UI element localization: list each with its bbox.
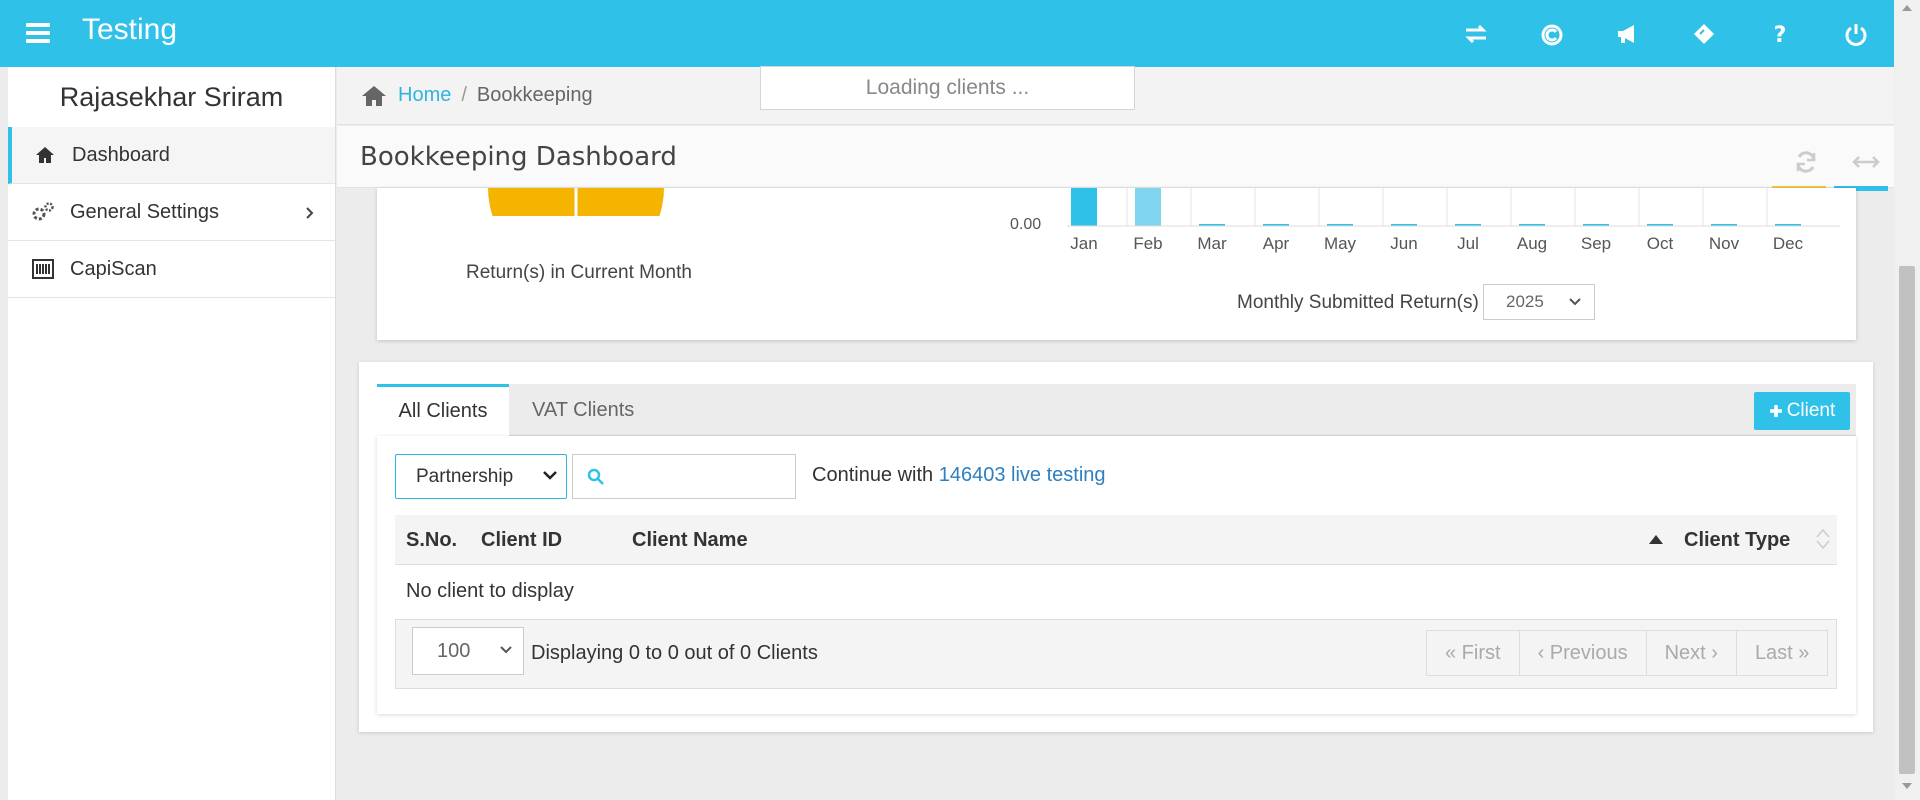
- power-icon[interactable]: [1818, 16, 1894, 52]
- x-tick-label: Dec: [1772, 234, 1804, 253]
- bar-jan: [1071, 188, 1097, 226]
- x-tick-label: Feb: [1133, 234, 1163, 253]
- first-page-button[interactable]: « First: [1427, 631, 1520, 675]
- empty-message: No client to display: [406, 580, 574, 602]
- chevron-right-icon: [305, 204, 315, 227]
- continue-link[interactable]: 146403 live testing: [939, 464, 1106, 486]
- x-tick-label: Jul: [1457, 234, 1479, 253]
- previous-page-button[interactable]: ‹ Previous: [1520, 631, 1647, 675]
- clients-table-header: S.No. Client ID Client Name Client Type: [395, 515, 1837, 565]
- chevron-down-icon: [1569, 298, 1581, 306]
- monthly-label: Monthly Submitted Return(s): [1237, 292, 1479, 313]
- search-icon: [587, 468, 604, 485]
- help-icon[interactable]: ?: [1742, 16, 1818, 52]
- refresh-icon[interactable]: [1777, 144, 1835, 180]
- tab-all-clients[interactable]: All Clients: [377, 384, 509, 436]
- scrollbar-thumb[interactable]: [1899, 266, 1915, 774]
- gears-icon: [30, 201, 56, 223]
- chevron-down-icon: [500, 646, 512, 654]
- sidebar-item-label: Dashboard: [72, 143, 170, 166]
- x-tick-label: Nov: [1708, 234, 1740, 253]
- col-client-id[interactable]: Client ID: [481, 529, 562, 552]
- app-title: Testing: [82, 13, 178, 46]
- x-tick-label: Sep: [1580, 234, 1612, 253]
- sort-icon[interactable]: [1815, 527, 1831, 551]
- client-tabs: All Clients VAT Clients: [377, 384, 1856, 436]
- scroll-down-icon[interactable]: [1901, 781, 1913, 791]
- page-size-select[interactable]: 100: [412, 627, 524, 675]
- megaphone-icon[interactable]: [1590, 16, 1666, 52]
- page-size-value: 100: [437, 639, 471, 662]
- last-page-button[interactable]: Last »: [1737, 631, 1827, 675]
- ticket-icon[interactable]: [1666, 16, 1742, 52]
- add-client-button[interactable]: Client: [1754, 392, 1850, 430]
- pagination: « First ‹ Previous Next › Last »: [1426, 630, 1829, 676]
- sidebar-item-dashboard[interactable]: Dashboard: [8, 127, 335, 184]
- plus-icon: [1769, 405, 1782, 417]
- svg-text:?: ?: [1774, 23, 1787, 47]
- breadcrumb-home-link[interactable]: Home: [398, 84, 451, 107]
- barcode-icon: [30, 258, 56, 280]
- x-tick-label: Apr: [1262, 234, 1290, 253]
- tab-vat-clients[interactable]: VAT Clients: [532, 384, 634, 436]
- copyright-icon[interactable]: [1514, 16, 1590, 52]
- chevron-down-icon: [543, 471, 557, 480]
- y-tick-zero: 0.00: [1010, 216, 1042, 233]
- bar-feb: [1135, 188, 1161, 226]
- client-type-select[interactable]: Partnership: [395, 454, 567, 499]
- col-client-type[interactable]: Client Type: [1684, 529, 1790, 552]
- expand-icon[interactable]: [1837, 144, 1895, 180]
- user-name: Rajasekhar Sriram: [59, 81, 284, 112]
- table-footer: 100 Displaying 0 to 0 out of 0 Clients «…: [395, 619, 1837, 689]
- pie-chart: [488, 188, 664, 216]
- panel-header: Bookkeeping Dashboard: [337, 126, 1894, 188]
- year-select-value: 2025: [1506, 292, 1544, 311]
- x-tick-label: May: [1323, 234, 1357, 253]
- top-bar: Testing ?: [0, 0, 1894, 67]
- transfer-icon[interactable]: [1438, 16, 1514, 52]
- home-icon: [32, 144, 58, 166]
- display-count: Displaying 0 to 0 out of 0 Clients: [531, 642, 818, 664]
- col-sno[interactable]: S.No.: [406, 529, 457, 552]
- page-title: Bookkeeping Dashboard: [360, 142, 677, 172]
- pie-caption: Return(s) in Current Month: [466, 262, 692, 283]
- top-icon-group: ?: [1438, 16, 1894, 52]
- x-tick-label: Aug: [1516, 234, 1548, 253]
- scroll-up-icon[interactable]: [1901, 3, 1913, 13]
- menu-icon[interactable]: [26, 23, 50, 43]
- continue-prefix: Continue with: [812, 464, 934, 486]
- sidebar: Rajasekhar Sriram Dashboard General Sett…: [8, 67, 336, 800]
- year-select[interactable]: 2025: [1483, 284, 1595, 320]
- sidebar-item-label: CapiScan: [70, 257, 157, 280]
- sidebar-item-general-settings[interactable]: General Settings: [8, 184, 335, 241]
- x-tick-label: Jan: [1070, 234, 1098, 253]
- breadcrumb-separator: /: [461, 84, 467, 106]
- x-tick-label: Oct: [1646, 234, 1674, 253]
- home-icon: [362, 85, 386, 106]
- sidebar-item-capiscan[interactable]: CapiScan: [8, 241, 335, 298]
- x-tick-label: Mar: [1197, 234, 1227, 253]
- continue-text: Continue with 146403 live testing: [812, 464, 1106, 487]
- monthly-bar-chart: [1067, 188, 1840, 227]
- x-tick-label: Jun: [1390, 234, 1418, 253]
- client-type-value: Partnership: [416, 465, 514, 487]
- sidebar-item-label: General Settings: [70, 200, 219, 223]
- vertical-scrollbar[interactable]: [1894, 0, 1920, 800]
- loading-indicator: Loading clients ...: [760, 66, 1135, 110]
- search-input[interactable]: [572, 454, 796, 499]
- sort-asc-icon[interactable]: [1648, 533, 1664, 545]
- breadcrumb-current: Bookkeeping: [476, 84, 593, 106]
- col-client-name[interactable]: Client Name: [632, 529, 748, 552]
- add-client-label: Client: [1786, 400, 1836, 421]
- next-page-button[interactable]: Next ›: [1647, 631, 1737, 675]
